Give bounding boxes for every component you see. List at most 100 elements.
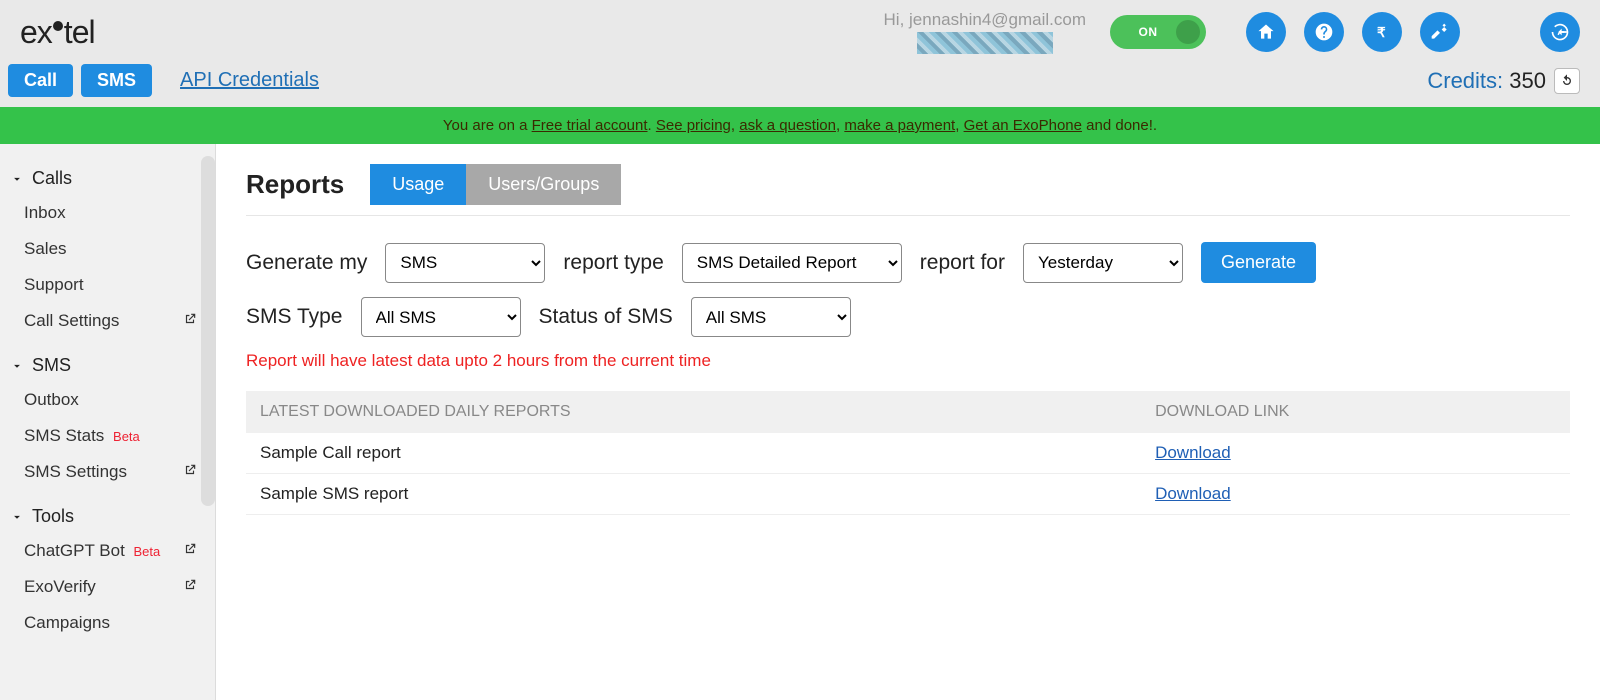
ask-question-link[interactable]: ask a question <box>739 117 836 134</box>
sidebar-item-label: Campaigns <box>24 613 110 633</box>
report-note: Report will have latest data upto 2 hour… <box>246 351 1570 371</box>
sidebar-item-outbox[interactable]: Outbox <box>0 382 215 418</box>
sidebar-item-label: ExoVerify <box>24 577 96 597</box>
logout-button[interactable] <box>1540 12 1580 52</box>
top-bar: extel Hi, jennashin4@gmail.com ON ₹ <box>0 0 1600 60</box>
refresh-credits-button[interactable] <box>1554 68 1580 94</box>
sidebar-item-label: SMS Stats Beta <box>24 426 140 446</box>
external-link-icon <box>183 462 197 482</box>
get-exophone-link[interactable]: Get an ExoPhone <box>964 117 1082 134</box>
sidebar-item-campaigns[interactable]: Campaigns <box>0 605 215 641</box>
sidebar-item-sms-settings[interactable]: SMS Settings <box>0 454 215 490</box>
sidebar-group-title: Tools <box>32 506 74 527</box>
external-link-icon <box>183 577 197 597</box>
logo[interactable]: extel <box>20 14 95 51</box>
call-button[interactable]: Call <box>8 64 73 97</box>
rupee-icon: ₹ <box>1372 22 1392 42</box>
help-button[interactable] <box>1304 12 1344 52</box>
external-link-icon <box>183 541 197 561</box>
label-generate-my: Generate my <box>246 251 367 275</box>
sidebar-item-support[interactable]: Support <box>0 267 215 303</box>
sidebar-group-sms[interactable]: SMS <box>0 349 215 382</box>
chevron-down-icon <box>10 510 24 524</box>
billing-button[interactable]: ₹ <box>1362 12 1402 52</box>
sidebar-item-label: Sales <box>24 239 67 259</box>
sidebar: Calls Inbox Sales Support Call Settings SMS Ou… <box>0 144 216 700</box>
user-block: Hi, jennashin4@gmail.com <box>884 10 1086 54</box>
sidebar-item-inbox[interactable]: Inbox <box>0 195 215 231</box>
api-credentials-link[interactable]: API Credentials <box>180 69 319 92</box>
table-row: Sample Call report Download <box>246 433 1570 474</box>
tab-users-groups[interactable]: Users/Groups <box>466 164 621 205</box>
sidebar-group-tools[interactable]: Tools <box>0 500 215 533</box>
sidebar-item-chatgpt-bot[interactable]: ChatGPT Bot Beta <box>0 533 215 569</box>
page-header: Reports Usage Users/Groups <box>246 164 1570 216</box>
banner-sep: , <box>955 117 963 134</box>
scrollbar[interactable] <box>201 156 215 506</box>
toggle-knob-icon <box>1176 20 1200 44</box>
logout-icon <box>1550 22 1570 42</box>
sidebar-item-label: Outbox <box>24 390 79 410</box>
sidebar-group-calls[interactable]: Calls <box>0 162 215 195</box>
sidebar-item-label: Support <box>24 275 84 295</box>
sidebar-item-sales[interactable]: Sales <box>0 231 215 267</box>
banner-suffix: and done!. <box>1082 117 1157 134</box>
banner-sep: , <box>731 117 739 134</box>
external-link-icon <box>183 311 197 331</box>
see-pricing-link[interactable]: See pricing <box>656 117 731 134</box>
credits-label-text: Credits: <box>1427 68 1503 93</box>
beta-badge: Beta <box>113 429 140 444</box>
sidebar-item-label: Inbox <box>24 203 66 223</box>
sidebar-item-label: ChatGPT Bot Beta <box>24 541 160 561</box>
tools-button[interactable] <box>1420 12 1460 52</box>
label-status-of-sms: Status of SMS <box>539 305 673 329</box>
label-sms-type: SMS Type <box>246 305 343 329</box>
sidebar-item-label: SMS Settings <box>24 462 127 482</box>
select-sms-type[interactable]: All SMS <box>361 297 521 337</box>
sidebar-item-sms-stats[interactable]: SMS Stats Beta <box>0 418 215 454</box>
logo-text-right: tel <box>64 14 95 51</box>
logo-dot-icon <box>53 21 63 31</box>
select-channel[interactable]: SMS <box>385 243 545 283</box>
banner-sep: . <box>648 117 656 134</box>
sms-button[interactable]: SMS <box>81 64 152 97</box>
report-name-cell: Sample Call report <box>246 433 1141 474</box>
select-report-type[interactable]: SMS Detailed Report <box>682 243 902 283</box>
svg-text:₹: ₹ <box>1377 25 1386 40</box>
page-title: Reports <box>246 169 344 200</box>
home-button[interactable] <box>1246 12 1286 52</box>
tab-usage[interactable]: Usage <box>370 164 466 205</box>
sidebar-group-title: SMS <box>32 355 71 376</box>
credits-value: 350 <box>1509 68 1546 93</box>
label-report-for: report for <box>920 251 1005 275</box>
reports-table: LATEST DOWNLOADED DAILY REPORTS DOWNLOAD… <box>246 391 1570 515</box>
label-report-type: report type <box>563 251 663 275</box>
chevron-down-icon <box>10 172 24 186</box>
credits-label: Credits: 350 <box>1427 68 1546 94</box>
banner-prefix: You are on a <box>443 117 532 134</box>
sidebar-group-title: Calls <box>32 168 72 189</box>
wrench-icon <box>1430 22 1450 42</box>
select-sms-status[interactable]: All SMS <box>691 297 851 337</box>
trial-banner: You are on a Free trial account. See pri… <box>0 107 1600 144</box>
free-trial-link[interactable]: Free trial account <box>532 117 648 134</box>
availability-toggle[interactable]: ON <box>1110 15 1206 49</box>
table-row: Sample SMS report Download <box>246 474 1570 515</box>
report-name-cell: Sample SMS report <box>246 474 1141 515</box>
download-link[interactable]: Download <box>1155 443 1231 462</box>
main-content: Reports Usage Users/Groups Generate my S… <box>216 144 1600 700</box>
home-icon <box>1256 22 1276 42</box>
sidebar-item-exoverify[interactable]: ExoVerify <box>0 569 215 605</box>
toggle-label: ON <box>1139 25 1158 39</box>
question-icon <box>1314 22 1334 42</box>
generate-button[interactable]: Generate <box>1201 242 1316 283</box>
download-link[interactable]: Download <box>1155 484 1231 503</box>
select-report-for[interactable]: Yesterday <box>1023 243 1183 283</box>
refresh-icon <box>1559 73 1575 89</box>
sidebar-item-label: Call Settings <box>24 311 119 331</box>
report-form-row-2: SMS Type All SMS Status of SMS All SMS <box>246 297 1570 337</box>
col-report-name: LATEST DOWNLOADED DAILY REPORTS <box>246 391 1141 433</box>
sidebar-item-call-settings[interactable]: Call Settings <box>0 303 215 339</box>
chevron-down-icon <box>10 359 24 373</box>
make-payment-link[interactable]: make a payment <box>844 117 955 134</box>
